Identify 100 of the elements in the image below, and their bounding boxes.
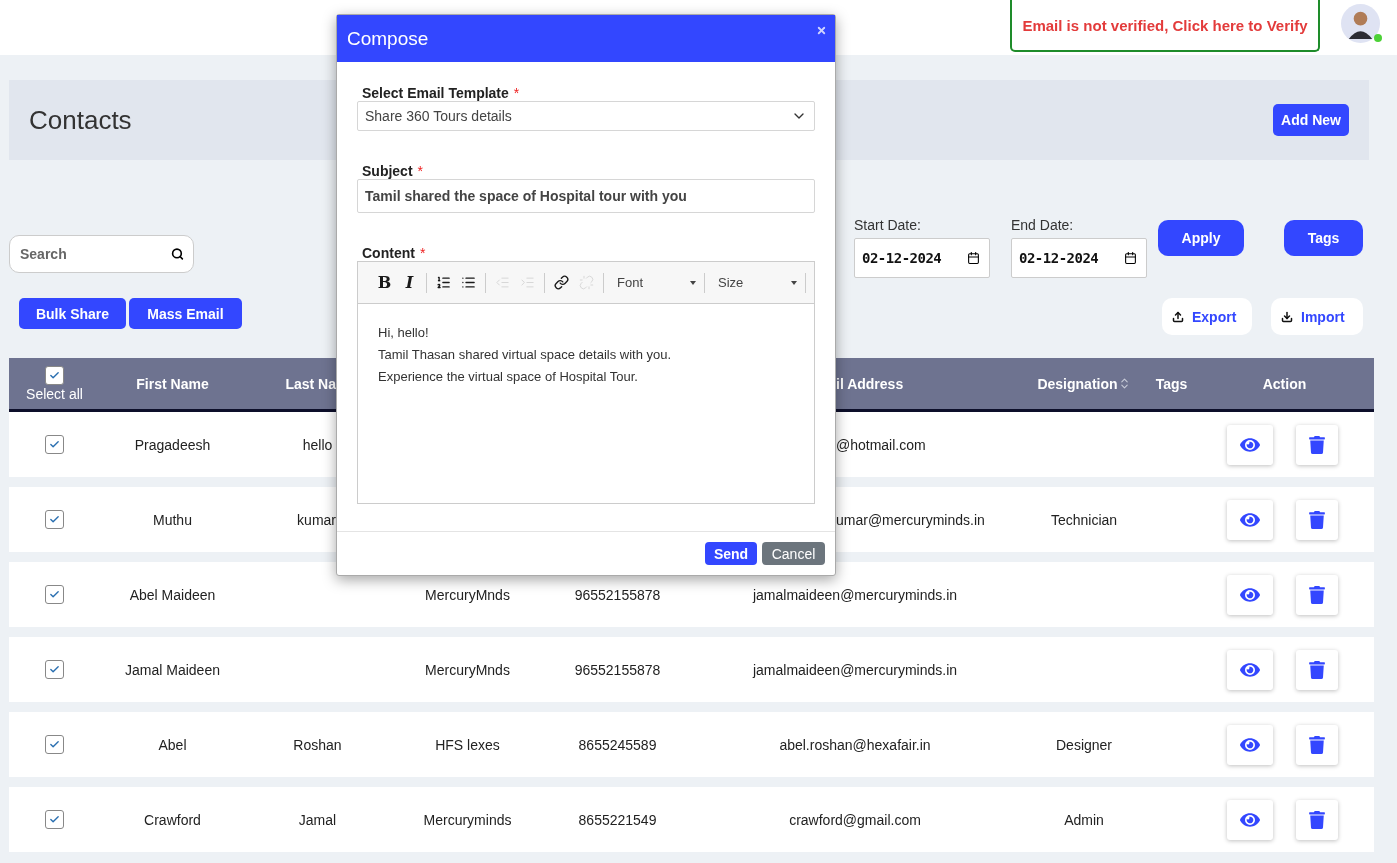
row-checkbox[interactable] [44, 510, 64, 529]
row-checkbox[interactable] [44, 585, 64, 604]
delete-button[interactable] [1295, 649, 1338, 690]
select-all-label: Select all [26, 385, 83, 402]
table-cell-text: MercuryMnds [424, 585, 511, 605]
toolbar-dropdown[interactable]: Font [608, 269, 700, 296]
import-button[interactable]: Import [1271, 298, 1363, 335]
delete-button[interactable] [1295, 724, 1338, 765]
table-cell-text: Designer [1055, 735, 1113, 755]
row-checkbox[interactable] [44, 660, 64, 679]
table-cell-text: abel.roshan@hexafair.in [778, 735, 932, 755]
table-cell-text: HFS lexes [434, 735, 501, 755]
download-icon [1281, 310, 1293, 323]
row-checkbox[interactable] [44, 735, 64, 754]
delete-button[interactable] [1295, 574, 1338, 615]
table-cell-text: Admin [1063, 810, 1105, 830]
export-button[interactable]: Export [1162, 298, 1252, 335]
content-label: Content * [361, 245, 427, 261]
dialog-title: Compose [347, 27, 429, 50]
table-cell-text: jamalmaideen@mercuryminds.in [751, 585, 959, 605]
calendar-icon[interactable] [967, 251, 980, 265]
start-date-field[interactable]: 02-12-2024 [854, 238, 990, 278]
template-label: Select Email Template * [361, 85, 521, 101]
bold-button[interactable]: B [372, 269, 397, 296]
delete-button[interactable] [1295, 799, 1338, 840]
check-icon [48, 814, 60, 825]
check-icon [48, 589, 60, 600]
table-cell-text: Pragadeesh [133, 435, 212, 455]
content-editor[interactable]: B I Font Size Hi, hello! Tamil Thasan shared virtual space details with you. Experience the virtual space of Hospital Tour. [357, 261, 815, 504]
row-checkbox[interactable] [44, 435, 64, 454]
template-select[interactable]: Share 360 Tours details [357, 101, 815, 131]
check-icon [48, 514, 60, 525]
content-line: Experience the virtual space of Hospital Tour. [378, 368, 639, 385]
row-checkbox[interactable] [44, 810, 64, 829]
table-cell-text: umar@mercuryminds.in [835, 510, 986, 530]
table-cell-text: jamalmaideen@mercuryminds.in [751, 660, 959, 680]
table-cell-text: 96552155878 [573, 585, 662, 605]
table-cell-text: MercuryMnds [424, 660, 511, 680]
table-cell-text: Muthu [152, 510, 193, 530]
table-cell-text: 96552155878 [573, 660, 662, 680]
trash-icon [1307, 435, 1326, 454]
verify-email-button[interactable]: Email is not verified, Click here to Verify [1010, 0, 1320, 52]
page-title: Contacts [29, 104, 132, 136]
trash-icon [1307, 810, 1326, 829]
view-button[interactable] [1226, 724, 1273, 765]
delete-button[interactable] [1295, 424, 1338, 465]
trash-icon [1307, 510, 1326, 529]
view-button[interactable] [1226, 574, 1273, 615]
table-cell-text: crawford@gmail.com [788, 810, 922, 830]
table-cell-text: Technician [1049, 510, 1119, 530]
content-line: Hi, hello! [378, 324, 430, 341]
calendar-icon[interactable] [1124, 251, 1137, 265]
table-cell-text: Abel Maideen [128, 585, 217, 605]
table-cell-text: kumar [296, 510, 337, 530]
view-button[interactable] [1226, 799, 1273, 840]
italic-button[interactable]: I [397, 269, 422, 296]
view-button[interactable] [1226, 649, 1273, 690]
end-date-field[interactable]: 02-12-2024 [1011, 238, 1147, 278]
view-button[interactable] [1226, 499, 1273, 540]
column-header: Action [1261, 374, 1308, 394]
column-header: Tags [1154, 374, 1189, 394]
table-cell-text: Mercuryminds [422, 810, 513, 830]
trash-icon [1307, 735, 1326, 754]
delete-button[interactable] [1295, 499, 1338, 540]
bulk-action-button[interactable]: Bulk Share [19, 298, 126, 329]
start-date-label: Start Date: [854, 217, 922, 233]
avatar-icon[interactable] [1341, 4, 1380, 43]
column-header: il Address [835, 374, 905, 394]
subject-label: Subject * [361, 163, 425, 179]
select-all-checkbox[interactable] [45, 365, 64, 385]
column-header[interactable]: Designation [1037, 375, 1118, 392]
check-icon [48, 439, 60, 450]
check-icon [48, 739, 60, 750]
view-button[interactable] [1226, 424, 1273, 465]
close-button[interactable] [816, 25, 827, 36]
add-new-button[interactable]: Add New [1273, 104, 1349, 136]
trash-icon [1307, 660, 1326, 679]
search-icon [171, 247, 184, 261]
send-button[interactable]: Send [705, 542, 757, 565]
tags-button[interactable]: Tags [1284, 220, 1363, 256]
upload-icon [1172, 310, 1184, 323]
bulk-action-button[interactable]: Mass Email [129, 298, 242, 329]
end-date-label: End Date: [1011, 217, 1075, 233]
search-field[interactable]: Search [9, 235, 194, 273]
table-cell-text: 8655245589 [577, 735, 658, 755]
apply-button[interactable]: Apply [1158, 220, 1244, 256]
content-line: Tamil Thasan shared virtual space details with you. [378, 346, 673, 363]
column-header: First Name [135, 374, 210, 394]
table-cell-text: Abel [157, 735, 188, 755]
table-cell-text: 8655221549 [577, 810, 658, 830]
subject-field[interactable]: Tamil shared the space of Hospital tour with you [357, 179, 815, 213]
trash-icon [1307, 585, 1326, 604]
table-cell-text: hello [301, 435, 334, 455]
cancel-button[interactable]: Cancel [762, 542, 825, 565]
table-cell-text: Jamal Maideen [124, 660, 221, 680]
check-icon [48, 664, 60, 675]
check-icon [49, 369, 60, 381]
table-cell-text: Jamal [297, 810, 338, 830]
toolbar-dropdown[interactable]: Size [709, 269, 801, 296]
table-cell-text: @hotmail.com [835, 435, 927, 455]
